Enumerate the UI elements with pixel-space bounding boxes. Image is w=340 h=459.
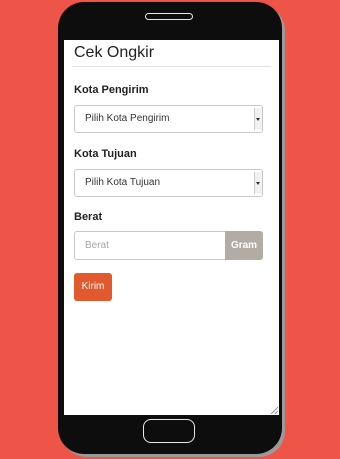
phone-frame: Cek Ongkir Kota Pengirim Pilih Kota Peng… bbox=[58, 2, 282, 454]
home-button[interactable] bbox=[143, 419, 195, 443]
submit-button[interactable]: Kirim bbox=[74, 273, 112, 301]
weight-unit-addon: Gram bbox=[225, 231, 263, 260]
speaker-grille bbox=[145, 13, 193, 20]
destination-city-selected-value: Pilih Kota Tujuan bbox=[85, 177, 161, 188]
chevron-down-icon bbox=[254, 108, 262, 130]
origin-city-select[interactable]: Pilih Kota Pengirim bbox=[74, 105, 263, 133]
destination-city-label: Kota Tujuan bbox=[74, 148, 137, 160]
resize-handle[interactable] bbox=[271, 407, 278, 414]
page-title: Cek Ongkir bbox=[74, 44, 155, 61]
origin-city-selected-value: Pilih Kota Pengirim bbox=[85, 113, 170, 124]
weight-input-group: Gram bbox=[74, 231, 263, 260]
weight-input[interactable] bbox=[74, 231, 225, 260]
origin-city-label: Kota Pengirim bbox=[74, 84, 149, 96]
destination-city-select[interactable]: Pilih Kota Tujuan bbox=[74, 169, 263, 197]
phone-screen: Cek Ongkir Kota Pengirim Pilih Kota Peng… bbox=[64, 40, 279, 415]
title-divider bbox=[72, 66, 271, 67]
chevron-down-icon bbox=[254, 172, 262, 194]
weight-label: Berat bbox=[74, 211, 103, 223]
